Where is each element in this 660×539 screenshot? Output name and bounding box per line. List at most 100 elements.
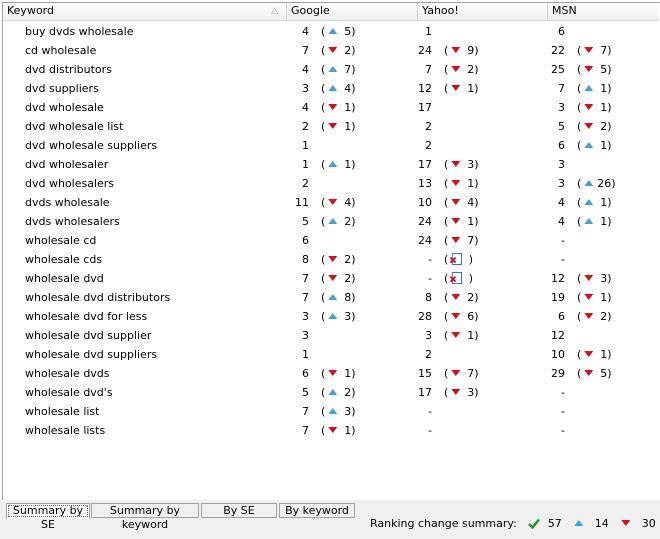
- yahoo-rank: 24: [418, 44, 432, 57]
- paren-open: (: [444, 329, 449, 342]
- google-rank: 4: [302, 63, 309, 76]
- table-row[interactable]: buy dvds wholesale 4 (5) 1 6: [3, 21, 659, 40]
- yahoo-rank: -: [428, 253, 432, 266]
- keyword-cell: dvd wholesale: [25, 101, 104, 114]
- google-change: (2): [321, 215, 356, 228]
- table-row[interactable]: dvd wholesale 4 (1) 17 3 (1): [3, 97, 659, 116]
- tab-summary-by-keyword[interactable]: Summary by keyword: [91, 503, 199, 531]
- paren-close: ): [474, 291, 479, 304]
- arrow-down-icon: [328, 275, 338, 281]
- table-row[interactable]: wholesale dvd's 5 (2) 17 (3) -: [3, 382, 659, 401]
- google-rank: 7: [302, 272, 309, 285]
- table-row[interactable]: dvd wholesale suppliers 1 2 6 (1): [3, 135, 659, 154]
- paren-close: ): [474, 158, 479, 171]
- google-change: (1): [321, 101, 356, 114]
- msn-rank: 6: [558, 25, 565, 38]
- column-header-msn[interactable]: MSN: [548, 3, 659, 20]
- paren-close: ): [351, 101, 356, 114]
- table-row[interactable]: wholesale dvds 6(1) 15(7) 29(5): [3, 363, 659, 382]
- msn-change-value: 5: [600, 63, 608, 76]
- yahoo-rank: 17: [418, 386, 432, 399]
- keyword-cell: dvd suppliers: [25, 82, 99, 95]
- table-row[interactable]: wholesale dvd for less 3(3) 28(6) 6(2): [3, 306, 659, 325]
- arrow-down-icon: [451, 66, 461, 72]
- table-row[interactable]: cd wholesale 7 (2) 24 (9) 22 (7): [3, 40, 659, 59]
- paren-open: (: [577, 44, 582, 57]
- google-rank: 11: [295, 196, 309, 209]
- google-rank: 1: [302, 348, 309, 361]
- google-change: (2): [321, 272, 356, 285]
- paren-close: ): [351, 196, 356, 209]
- google-change: (1): [321, 120, 356, 133]
- keyword-cell: wholesale dvd distributors: [25, 291, 171, 304]
- keyword-cell: wholesale dvd supplier: [25, 329, 152, 342]
- paren-open: (: [577, 215, 582, 228]
- google-change: (8): [321, 291, 356, 304]
- msn-change: (1): [577, 215, 612, 228]
- msn-change-value: 1: [600, 82, 608, 95]
- tab-by-keyword[interactable]: By keyword: [279, 503, 355, 518]
- yahoo-change: (3): [444, 158, 479, 171]
- table-row[interactable]: dvds wholesale 11(4) 10(4) 4(1): [3, 192, 659, 211]
- arrow-down-icon: [451, 180, 461, 186]
- table-row[interactable]: dvd wholesaler 1(1) 17(3) 3: [3, 154, 659, 173]
- table-row[interactable]: dvd suppliers 3 (4) 12 (1) 7 (1): [3, 78, 659, 97]
- google-change: (2): [321, 386, 356, 399]
- table-row[interactable]: wholesale cds 8(2) -( ) -: [3, 249, 659, 268]
- yahoo-rank: 24: [418, 215, 432, 228]
- google-change-value: 2: [344, 272, 352, 285]
- yahoo-change: (1): [444, 82, 479, 95]
- google-change-value: 1: [344, 367, 352, 380]
- paren-open: (: [577, 177, 582, 190]
- msn-change-value: 1: [600, 139, 608, 152]
- table-row[interactable]: dvd wholesalers 2 13 (1) 3 (26): [3, 173, 659, 192]
- msn-rank: 3: [558, 177, 565, 190]
- arrow-down-icon: [584, 123, 594, 129]
- table-row[interactable]: dvd distributors 4(7) 7(2) 25(5): [3, 59, 659, 78]
- yahoo-rank: 17: [418, 101, 432, 114]
- msn-change: (3): [577, 272, 612, 285]
- paren-open: (: [444, 82, 449, 95]
- yahoo-rank: 3: [425, 329, 432, 342]
- table-row[interactable]: wholesale dvd 7(2) -( ) 12(3): [3, 268, 659, 287]
- paren-open: (: [444, 367, 449, 380]
- keyword-cell: wholesale dvd: [25, 272, 104, 285]
- column-header-google[interactable]: Google: [287, 3, 418, 20]
- summary-label: Ranking change summary:: [370, 517, 517, 530]
- yahoo-rank: 10: [418, 196, 432, 209]
- msn-change: (26): [577, 177, 616, 190]
- column-header-keyword[interactable]: Keyword △: [3, 3, 287, 20]
- arrow-down-icon: [451, 313, 461, 319]
- yahoo-change-value: 1: [467, 329, 475, 342]
- yahoo-change-value: 3: [467, 386, 475, 399]
- msn-change: (1): [577, 196, 612, 209]
- tab-summary-by-se[interactable]: Summary by SE: [6, 503, 90, 531]
- arrow-down-icon: [451, 237, 461, 243]
- tab-by-se[interactable]: By SE: [201, 503, 277, 518]
- table-row[interactable]: wholesale dvd supplier 3 3 (1) 12: [3, 325, 659, 344]
- table-row[interactable]: dvd wholesale list 2(1) 2 5(2): [3, 116, 659, 135]
- msn-rank: 6: [558, 139, 565, 152]
- table-row[interactable]: wholesale dvd suppliers 1 2 10 (1): [3, 344, 659, 363]
- paren-close: ): [607, 63, 612, 76]
- yahoo-rank: -: [428, 424, 432, 437]
- arrow-up-icon: [328, 389, 338, 395]
- table-row[interactable]: wholesale dvd distributors 7(8) 8(2) 19(1): [3, 287, 659, 306]
- arrow-up-icon: [328, 28, 338, 34]
- paren-close: ): [351, 405, 356, 418]
- table-row[interactable]: wholesale list 7 (3) - -: [3, 401, 659, 420]
- arrow-down-icon: [584, 351, 594, 357]
- msn-rank: 3: [558, 101, 565, 114]
- msn-change: (1): [577, 101, 612, 114]
- google-change-value: 3: [344, 310, 352, 323]
- column-header-yahoo[interactable]: Yahoo!: [418, 3, 548, 20]
- paren-close: ): [474, 63, 479, 76]
- arrow-down-icon: [584, 275, 594, 281]
- table-row[interactable]: wholesale cd 6 24 (7) -: [3, 230, 659, 249]
- paren-close: ): [351, 386, 356, 399]
- yahoo-rank: 1: [425, 25, 432, 38]
- table-row[interactable]: dvds wholesalers 5 (2) 24 (1) 4 (1): [3, 211, 659, 230]
- table-row[interactable]: wholesale lists 7 (1) - -: [3, 420, 659, 439]
- msn-change-value: 7: [600, 44, 608, 57]
- google-change: (4): [321, 82, 356, 95]
